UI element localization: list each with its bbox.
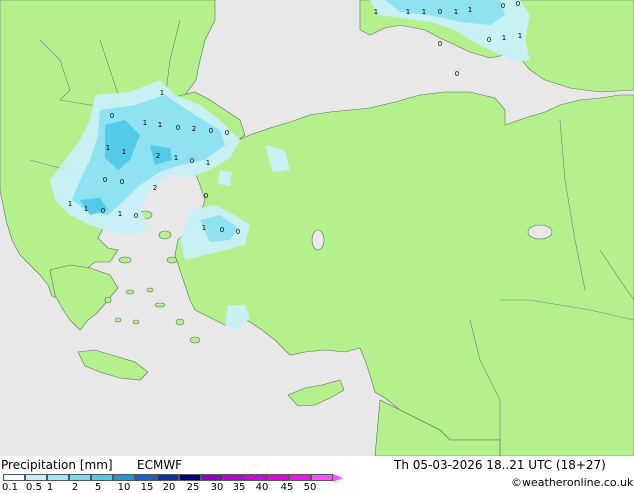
color-scale-arrow	[333, 474, 343, 482]
color-scale-tick: 0.1	[2, 482, 18, 493]
cell-value-label: 0	[176, 124, 180, 132]
cell-value-label: 1	[122, 148, 126, 156]
color-scale-tick: 0.5	[26, 482, 42, 493]
color-scale-tick: 15	[140, 482, 154, 493]
cell-value-label: 2	[153, 184, 157, 192]
color-swatch	[311, 474, 333, 481]
cell-value-label: 1	[374, 8, 378, 16]
color-swatch	[3, 474, 25, 481]
cell-value-label: 1	[454, 8, 458, 16]
color-swatch	[91, 474, 113, 481]
cell-value-label: 1	[202, 224, 206, 232]
color-swatch	[25, 474, 47, 481]
cell-value-label: 1	[160, 89, 164, 97]
cell-value-label: 2	[156, 152, 160, 160]
cell-value-label: 0	[120, 178, 124, 186]
color-scale-tick: 25	[186, 482, 200, 493]
lake-tuz	[311, 229, 325, 251]
copyright-credit[interactable]: ©weatheronline.co.uk	[511, 476, 633, 490]
color-scale-tick: 50	[303, 482, 317, 493]
cell-value-label: 0	[190, 157, 194, 165]
cell-value-label: 0	[134, 212, 138, 220]
cell-value-label: 1	[118, 210, 122, 218]
cell-value-label: 1	[502, 34, 506, 42]
cell-value-label: 1	[468, 6, 472, 14]
color-scale-tick: 20	[162, 482, 176, 493]
valid-datetime: Th 05-03-2026 18..21 UTC (18+27)	[394, 458, 606, 472]
cell-value-label: 0	[487, 36, 491, 44]
cell-value-label: 1	[406, 8, 410, 16]
cell-value-label: 1	[174, 154, 178, 162]
cell-value-label: 1	[84, 205, 88, 213]
color-swatch	[201, 474, 223, 481]
cell-value-label: 0	[501, 2, 505, 10]
cell-value-label: 1	[158, 121, 162, 129]
cell-value-label: 0	[209, 127, 213, 135]
color-scale-tick: 40	[255, 482, 269, 493]
legend-title: Precipitation [mm]	[1, 458, 113, 472]
color-scale-tick: 2	[71, 482, 79, 493]
color-scale-tick: 5	[94, 482, 102, 493]
color-swatch	[69, 474, 91, 481]
cell-value-label: 0	[225, 129, 229, 137]
cell-value-label: 0	[516, 0, 520, 8]
cell-value-label: 1	[143, 119, 147, 127]
color-scale-tick: 1	[46, 482, 54, 493]
cell-value-label: 1	[68, 200, 72, 208]
cell-value-label: 0	[204, 192, 208, 200]
map-canvas: 1 1 1 0 1 1 0 0 0 1 1 0 0 1 0 1 1 0 2 0 0 1 1 2 1 0 1 0 0 2 1 1 0 1 0 0 1 0 0	[0, 0, 634, 456]
color-scale-tick: 35	[232, 482, 246, 493]
cell-value-label: 0	[101, 207, 105, 215]
cell-value-label: 0	[110, 112, 114, 120]
cell-value-label: 1	[106, 144, 110, 152]
model-name: ECMWF	[137, 458, 183, 472]
color-swatch	[179, 474, 201, 481]
cell-value-label: 1	[518, 32, 522, 40]
color-swatch	[289, 474, 311, 481]
color-swatch	[245, 474, 267, 481]
color-swatch	[135, 474, 157, 481]
cell-value-label: 2	[192, 125, 196, 133]
color-swatch	[223, 474, 245, 481]
color-swatch	[267, 474, 289, 481]
precipitation-area	[218, 170, 232, 186]
cell-value-label: 1	[206, 159, 210, 167]
color-swatch	[113, 474, 135, 481]
cell-value-label: 0	[438, 40, 442, 48]
color-scale-tick: 45	[280, 482, 294, 493]
color-scale-tick: 30	[210, 482, 224, 493]
cell-value-label: 0	[103, 176, 107, 184]
cell-value-label: 0	[236, 228, 240, 236]
color-swatch	[157, 474, 179, 481]
lake-van	[527, 224, 553, 240]
color-swatch	[47, 474, 69, 481]
color-scale-tick: 10	[117, 482, 131, 493]
cell-value-label: 0	[438, 8, 442, 16]
cell-value-label: 1	[422, 8, 426, 16]
cell-value-label: 0	[220, 226, 224, 234]
precipitation-map[interactable]: 1 1 1 0 1 1 0 0 0 1 1 0 0 1 0 1 1 0 2 0 0 1 1 2 1 0 1 0 0 2 1 1 0 1 0 0 1 0 0	[0, 0, 634, 456]
cell-value-label: 0	[455, 70, 459, 78]
